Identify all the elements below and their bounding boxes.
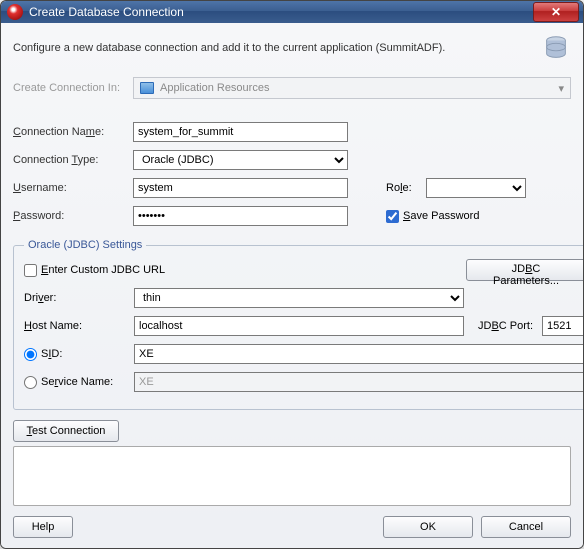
connection-name-row: Connection Name:	[13, 121, 571, 143]
driver-label: Driver:	[24, 292, 134, 304]
host-input[interactable]	[134, 316, 464, 336]
service-radio[interactable]: Service Name:	[24, 376, 134, 389]
username-row: Username: Role:	[13, 177, 571, 199]
cancel-button[interactable]: Cancel	[481, 516, 571, 538]
role-select[interactable]	[426, 178, 526, 198]
sid-input[interactable]	[134, 344, 584, 364]
footer: Help OK Cancel	[13, 506, 571, 538]
custom-url-checkbox[interactable]: Enter Custom JDBC URL	[24, 264, 165, 277]
create-in-combo[interactable]: Application Resources ▾	[133, 77, 571, 99]
description-row: Configure a new database connection and …	[13, 33, 571, 63]
password-row: Password: Save Password	[13, 205, 571, 227]
connection-type-label: Connection Type:	[13, 154, 133, 166]
ok-button[interactable]: OK	[383, 516, 473, 538]
test-result-box	[13, 446, 571, 506]
connection-name-label: Connection Name:	[13, 126, 133, 138]
service-radio-input[interactable]	[24, 376, 37, 389]
create-in-row: Create Connection In: Application Resour…	[13, 77, 571, 99]
window-title: Create Database Connection	[29, 5, 533, 19]
username-input[interactable]	[133, 178, 348, 198]
custom-url-row: Enter Custom JDBC URL JDBC Parameters...	[24, 259, 584, 281]
database-icon	[541, 33, 571, 63]
role-label: Role:	[386, 182, 426, 194]
save-password-input[interactable]	[386, 210, 399, 223]
sid-label: SID:	[41, 348, 62, 360]
description-text: Configure a new database connection and …	[13, 42, 533, 54]
host-row: Host Name: JDBC Port:	[24, 315, 584, 337]
jdbc-port-label: JDBC Port:	[478, 320, 542, 332]
save-password-label: Save Password	[403, 210, 479, 222]
connection-type-select[interactable]: Oracle (JDBC)	[133, 150, 348, 170]
create-in-value: Application Resources	[160, 82, 269, 94]
service-input	[134, 372, 584, 392]
jdbc-settings-fieldset: Oracle (JDBC) Settings Enter Custom JDBC…	[13, 239, 584, 410]
custom-url-input[interactable]	[24, 264, 37, 277]
jdbc-parameters-button[interactable]: JDBC Parameters...	[466, 259, 584, 281]
password-label: Password:	[13, 210, 133, 222]
help-button[interactable]: Help	[13, 516, 73, 538]
service-row: Service Name:	[24, 371, 584, 393]
chevron-down-icon: ▾	[558, 82, 564, 95]
close-icon: ✕	[551, 5, 561, 19]
titlebar: Create Database Connection ✕	[1, 1, 583, 23]
save-password-checkbox[interactable]: Save Password	[386, 210, 479, 223]
app-icon	[7, 4, 23, 20]
driver-row: Driver: thin	[24, 287, 584, 309]
dialog-window: Create Database Connection ✕ Configure a…	[0, 0, 584, 549]
create-in-label: Create Connection In:	[13, 82, 133, 94]
service-label: Service Name:	[41, 376, 113, 388]
password-input[interactable]	[133, 206, 348, 226]
jdbc-port-input[interactable]	[542, 316, 584, 336]
username-label: Username:	[13, 182, 133, 194]
sid-radio-input[interactable]	[24, 348, 37, 361]
custom-url-label: Enter Custom JDBC URL	[41, 264, 165, 276]
driver-select[interactable]: thin	[134, 288, 464, 308]
sid-radio[interactable]: SID:	[24, 348, 134, 361]
connection-name-input[interactable]	[133, 122, 348, 142]
host-label: Host Name:	[24, 320, 134, 332]
close-button[interactable]: ✕	[533, 2, 579, 22]
sid-row: SID:	[24, 343, 584, 365]
jdbc-settings-legend: Oracle (JDBC) Settings	[24, 239, 146, 251]
dialog-body: Configure a new database connection and …	[1, 23, 583, 548]
test-connection-button[interactable]: Test Connection	[13, 420, 119, 442]
folder-icon	[140, 82, 154, 94]
connection-type-row: Connection Type: Oracle (JDBC)	[13, 149, 571, 171]
